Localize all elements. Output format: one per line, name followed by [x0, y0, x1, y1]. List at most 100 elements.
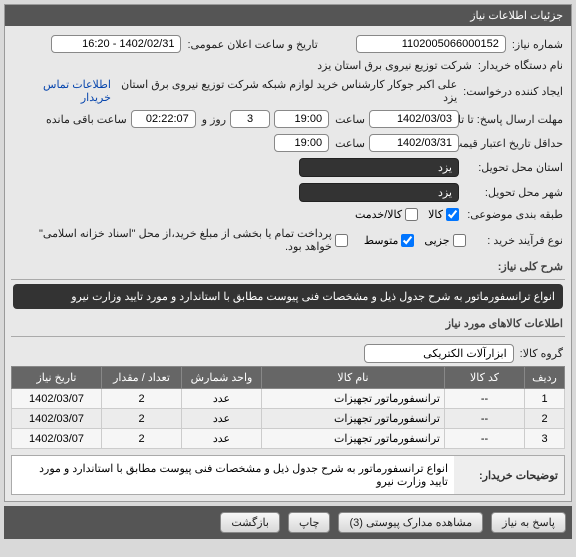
province-label: استان محل تحویل:: [463, 161, 563, 174]
row-price-valid: حداقل تاریخ اعتبار قیمت: تا تاریخ: 1402/…: [11, 131, 565, 155]
cell-name: ترانسفورماتور تجهیزات: [262, 429, 445, 449]
day-and-word: روز و: [200, 113, 226, 126]
cell-date: 1402/03/07: [12, 389, 102, 409]
row-subject-class: طبقه بندی موضوعی: کالا کالا/خدمت: [11, 205, 565, 224]
cb-treasury-input[interactable]: [335, 234, 348, 247]
th-date: تاریخ نیاز: [12, 367, 102, 389]
cb-medium[interactable]: متوسط: [364, 234, 415, 247]
remain-suffix: ساعت باقی مانده: [44, 113, 127, 126]
cb-goods-input[interactable]: [446, 208, 459, 221]
cb-service[interactable]: کالا/خدمت: [355, 208, 418, 221]
need-no-label: شماره نیاز:: [510, 38, 563, 51]
subject-class-label: طبقه بندی موضوعی:: [463, 208, 563, 221]
group-label: گروه کالا:: [518, 347, 563, 360]
city-value: یزد: [299, 183, 459, 202]
buyer-notes-text: انواع ترانسفورماتور به شرح جدول ذیل و مش…: [12, 456, 454, 494]
table-row: 3 -- ترانسفورماتور تجهیزات عدد 2 1402/03…: [12, 429, 565, 449]
divider: [11, 336, 565, 337]
price-valid-date: 1402/03/31: [369, 134, 459, 152]
cell-date: 1402/03/07: [12, 429, 102, 449]
row-buyer-org: نام دستگاه خریدار: شرکت توزیع نیروی برق …: [11, 56, 565, 75]
public-dt-label: تاریخ و ساعت اعلان عمومی:: [185, 38, 317, 51]
buyer-notes-box: توضیحات خریدار: انواع ترانسفورماتور به ش…: [11, 455, 565, 495]
cell-date: 1402/03/07: [12, 409, 102, 429]
cb-goods-label: کالا: [428, 208, 443, 221]
panel-title: جزئیات اطلاعات نیاز: [5, 5, 571, 26]
price-valid-time-label: ساعت: [333, 137, 365, 150]
row-need-no: شماره نیاز: 1102005066000152 تاریخ و ساع…: [11, 32, 565, 56]
items-table: ردیف کد کالا نام کالا واحد شمارش تعداد /…: [11, 366, 565, 449]
th-row: ردیف: [525, 367, 565, 389]
cell-name: ترانسفورماتور تجهیزات: [262, 409, 445, 429]
buyer-org-value: شرکت توزیع نیروی برق استان یزد: [317, 59, 472, 72]
remain-time: 02:22:07: [131, 110, 196, 128]
public-dt-value: 1402/02/31 - 16:20: [51, 35, 181, 53]
table-body: 1 -- ترانسفورماتور تجهیزات عدد 2 1402/03…: [12, 389, 565, 449]
buyer-contact-link[interactable]: اطلاعات تماس خریدار: [13, 78, 111, 104]
general-desc-box: انواع ترانسفورماتور به شرح جدول ذیل و مش…: [13, 284, 563, 309]
cb-medium-label: متوسط: [364, 234, 399, 247]
buy-process-group: جزیی متوسط: [364, 234, 466, 247]
city-label: شهر محل تحویل:: [463, 186, 563, 199]
deadline-label: مهلت ارسال پاسخ: تا تاریخ:: [463, 113, 563, 126]
print-button[interactable]: چاپ: [288, 512, 331, 533]
cb-small-label: جزیی: [424, 234, 449, 247]
deadline-time: 19:00: [274, 110, 329, 128]
cell-unit: عدد: [182, 389, 262, 409]
th-name: نام کالا: [262, 367, 445, 389]
deadline-time-label: ساعت: [333, 113, 365, 126]
deadline-date: 1402/03/03: [369, 110, 459, 128]
cb-service-input[interactable]: [405, 208, 418, 221]
remain-days: 3: [230, 110, 270, 128]
cb-medium-note-wrap[interactable]: پرداخت تمام یا بخشی از مبلغ خرید،از محل …: [13, 227, 348, 253]
cb-small-input[interactable]: [453, 234, 466, 247]
row-requester: ایجاد کننده درخواست: علی اکبر جوکار کارش…: [11, 75, 565, 107]
row-city: شهر محل تحویل: یزد: [11, 180, 565, 205]
need-no-value: 1102005066000152: [356, 35, 506, 53]
divider: [11, 279, 565, 280]
cell-name: ترانسفورماتور تجهیزات: [262, 389, 445, 409]
province-value: یزد: [299, 158, 459, 177]
details-panel: جزئیات اطلاعات نیاز شماره نیاز: 11020050…: [4, 4, 572, 502]
cell-qty: 2: [102, 429, 182, 449]
cell-qty: 2: [102, 409, 182, 429]
price-valid-time: 19:00: [274, 134, 329, 152]
row-group: گروه کالا: ابزارآلات الکتریکی: [11, 341, 565, 366]
button-bar: پاسخ به نیاز مشاهده مدارک پیوستی (3) چاپ…: [4, 506, 572, 539]
cb-service-label: کالا/خدمت: [355, 208, 402, 221]
cb-medium-input[interactable]: [401, 234, 414, 247]
cell-code: --: [445, 389, 525, 409]
subject-class-group: کالا کالا/خدمت: [355, 208, 459, 221]
th-code: کد کالا: [445, 367, 525, 389]
cb-medium-note: پرداخت تمام یا بخشی از مبلغ خرید،از محل …: [13, 227, 332, 253]
row-buy-process: نوع فرآیند خرید : جزیی متوسط پرداخت تمام…: [11, 224, 565, 256]
requester-label: ایجاد کننده درخواست:: [461, 85, 563, 98]
cell-code: --: [445, 429, 525, 449]
row-province: استان محل تحویل: یزد: [11, 155, 565, 180]
cell-qty: 2: [102, 389, 182, 409]
group-value: ابزارآلات الکتریکی: [364, 344, 514, 363]
cb-goods[interactable]: کالا: [428, 208, 459, 221]
price-valid-label: حداقل تاریخ اعتبار قیمت: تا تاریخ:: [463, 137, 563, 150]
general-desc-title: شرح کلی نیاز:: [11, 256, 565, 277]
cell-row: 3: [525, 429, 565, 449]
requester-value: علی اکبر جوکار کارشناس خرید لوازم شبکه ش…: [115, 78, 457, 104]
cb-small[interactable]: جزیی: [424, 234, 465, 247]
panel-body: شماره نیاز: 1102005066000152 تاریخ و ساع…: [5, 26, 571, 501]
row-deadline: مهلت ارسال پاسخ: تا تاریخ: 1402/03/03 سا…: [11, 107, 565, 131]
buy-process-label: نوع فرآیند خرید :: [470, 234, 563, 247]
respond-button[interactable]: پاسخ به نیاز: [491, 512, 566, 533]
cell-unit: عدد: [182, 429, 262, 449]
cell-row: 2: [525, 409, 565, 429]
buyer-notes-label: توضیحات خریدار:: [454, 456, 564, 494]
table-row: 1 -- ترانسفورماتور تجهیزات عدد 2 1402/03…: [12, 389, 565, 409]
th-qty: تعداد / مقدار: [102, 367, 182, 389]
buyer-org-label: نام دستگاه خریدار:: [476, 59, 563, 72]
back-button[interactable]: بازگشت: [220, 512, 280, 533]
items-info-title: اطلاعات کالاهای مورد نیاز: [11, 313, 565, 334]
cell-row: 1: [525, 389, 565, 409]
attachments-button[interactable]: مشاهده مدارک پیوستی (3): [338, 512, 483, 533]
cell-unit: عدد: [182, 409, 262, 429]
table-header-row: ردیف کد کالا نام کالا واحد شمارش تعداد /…: [12, 367, 565, 389]
table-row: 2 -- ترانسفورماتور تجهیزات عدد 2 1402/03…: [12, 409, 565, 429]
